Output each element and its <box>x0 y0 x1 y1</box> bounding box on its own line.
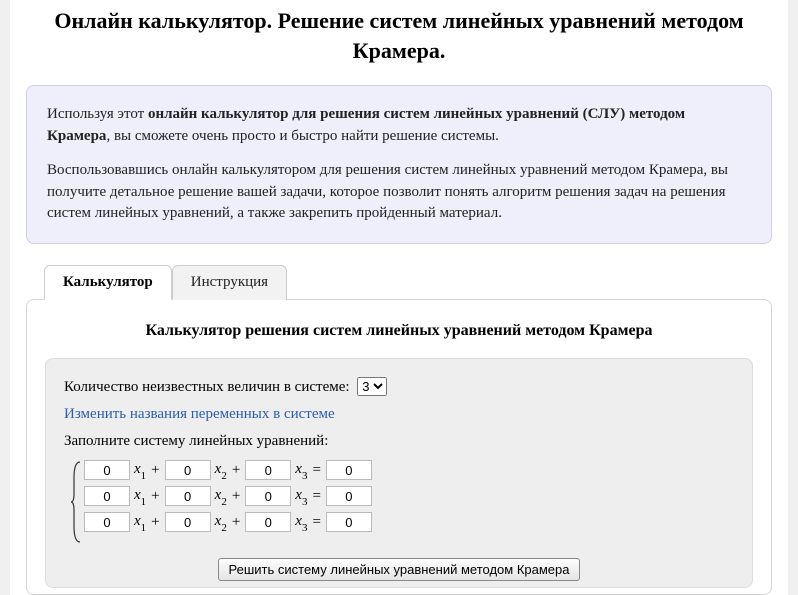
fill-label: Заполните систему линейных уравнений: <box>64 433 734 450</box>
tab-calculator[interactable]: Калькулятор <box>44 265 172 300</box>
plus-label: + <box>231 488 241 505</box>
intro-paragraph-2: Воспользовавшись онлайн калькулятором дл… <box>47 160 751 225</box>
plus-label: + <box>231 462 241 479</box>
tab-instruction[interactable]: Инструкция <box>172 265 287 300</box>
coef-input[interactable] <box>84 512 130 532</box>
equals-label: = <box>311 462 321 479</box>
variable-label: x2 <box>215 513 227 532</box>
plus-label: + <box>150 488 160 505</box>
solve-button[interactable]: Решить систему линейных уравнений методо… <box>218 558 581 581</box>
unknowns-select[interactable]: 3 <box>357 377 387 396</box>
rhs-input[interactable] <box>326 512 372 532</box>
coef-input[interactable] <box>84 486 130 506</box>
equation-row: x1 + x2 + x3 = <box>84 512 372 532</box>
equation-row: x1 + x2 + x3 = <box>84 460 372 480</box>
variable-label: x2 <box>215 461 227 480</box>
unknowns-row: Количество неизвестных величин в системе… <box>64 377 734 396</box>
calculator-panel: Калькулятор решения систем линейных урав… <box>26 299 772 595</box>
variable-label: x3 <box>295 487 307 506</box>
unknowns-label: Количество неизвестных величин в системе… <box>64 379 350 395</box>
brace-icon <box>64 460 84 544</box>
rhs-input[interactable] <box>326 486 372 506</box>
tab-bar: Калькулятор Инструкция <box>44 264 772 299</box>
panel-heading: Калькулятор решения систем линейных урав… <box>45 322 753 340</box>
coef-input[interactable] <box>245 460 291 480</box>
intro-box: Используя этот онлайн калькулятор для ре… <box>26 85 772 244</box>
equation-block: x1 + x2 + x3 = x1 + x2 + x3 = x1 + x2 + … <box>64 460 734 544</box>
variable-label: x1 <box>134 513 146 532</box>
equation-row: x1 + x2 + x3 = <box>84 486 372 506</box>
rhs-input[interactable] <box>326 460 372 480</box>
variable-label: x2 <box>215 487 227 506</box>
variable-label: x3 <box>295 513 307 532</box>
calculator-form: Количество неизвестных величин в системе… <box>45 358 753 588</box>
variable-label: x1 <box>134 461 146 480</box>
coef-input[interactable] <box>165 460 211 480</box>
coef-input[interactable] <box>84 460 130 480</box>
coef-input[interactable] <box>165 512 211 532</box>
intro-paragraph-1: Используя этот онлайн калькулятор для ре… <box>47 104 751 148</box>
plus-label: + <box>150 514 160 531</box>
variable-label: x3 <box>295 461 307 480</box>
equals-label: = <box>311 488 321 505</box>
variable-label: x1 <box>134 487 146 506</box>
coef-input[interactable] <box>245 486 291 506</box>
rename-variables-link[interactable]: Изменить названия переменных в системе <box>64 406 335 422</box>
coef-input[interactable] <box>165 486 211 506</box>
equals-label: = <box>311 514 321 531</box>
coef-input[interactable] <box>245 512 291 532</box>
plus-label: + <box>150 462 160 479</box>
plus-label: + <box>231 514 241 531</box>
page-title: Онлайн калькулятор. Решение систем линей… <box>20 0 778 75</box>
